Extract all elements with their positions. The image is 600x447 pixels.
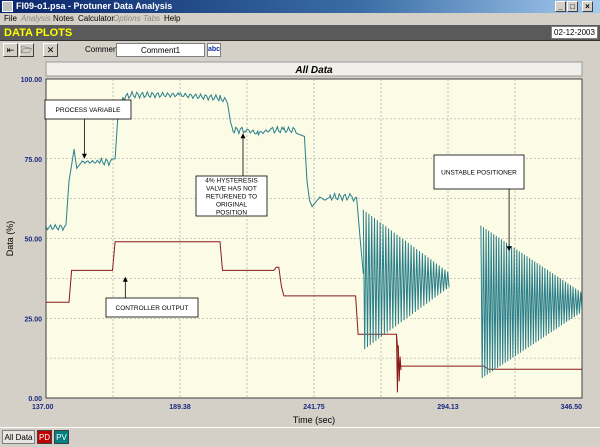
menu-tabs[interactable]: Tabs	[143, 13, 160, 25]
y-tick-label: 75.00	[24, 157, 42, 164]
y-tick-label: 50.00	[24, 237, 42, 244]
app-window: FI09-o1.psa - Protuner Data Analysis _ □…	[0, 0, 600, 447]
chart-title: All Data	[294, 65, 333, 76]
spellcheck-icon[interactable]: abc	[207, 43, 221, 57]
menu-calculator[interactable]: Calculator	[78, 13, 114, 25]
annotation-text: UNSTABLE POSITIONER	[441, 170, 517, 177]
x-tick-label: 189.38	[169, 404, 191, 411]
menu-options[interactable]: Options	[113, 13, 141, 25]
y-axis-label: Data (%)	[5, 221, 15, 257]
close-button[interactable]: ×	[582, 1, 593, 12]
y-tick-label: 0.00	[28, 396, 42, 403]
y-tick-label: 25.00	[24, 316, 42, 323]
delete-x-icon[interactable]: ✕	[43, 43, 58, 57]
maximize-button[interactable]: □	[567, 1, 578, 12]
window-title: FI09-o1.psa - Protuner Data Analysis	[16, 1, 173, 11]
toolbar: ⇤ 🗁 ✕ Comment abc	[0, 42, 600, 58]
chart-panel: All Data 0.00 25.00 50.00 75.00 100.00 137.00 1…	[0, 58, 600, 427]
date-field[interactable]: 02-12-2003	[551, 26, 598, 39]
menu-file[interactable]: File	[4, 13, 17, 25]
menu-bar: File Analysis Notes Calculator Options T…	[0, 13, 600, 25]
menu-analysis[interactable]: Analysis	[21, 13, 51, 25]
back-arrow-icon[interactable]: ⇤	[3, 43, 18, 57]
x-tick-label: 137.00	[32, 404, 54, 411]
x-tick-label: 346.50	[561, 404, 583, 411]
annotation-text: CONTROLLER OUTPUT	[116, 305, 189, 312]
tab-pd[interactable]: PD	[37, 430, 52, 444]
data-plot-chart[interactable]: All Data 0.00 25.00 50.00 75.00 100.00 137.00 1…	[0, 58, 600, 427]
x-tick-label: 294.13	[437, 404, 459, 411]
x-axis-label: Time (sec)	[293, 415, 335, 425]
section-header: DATA PLOTS 02-12-2003	[0, 25, 600, 41]
comment-input[interactable]	[116, 43, 205, 57]
section-title: DATA PLOTS	[4, 27, 73, 39]
y-tick-label: 100.00	[21, 77, 43, 84]
menu-help[interactable]: Help	[164, 13, 180, 25]
menu-notes[interactable]: Notes	[53, 13, 74, 25]
open-folder-icon[interactable]: 🗁	[19, 43, 34, 57]
comment-label: Comment	[85, 45, 120, 54]
tab-all-data[interactable]: All Data	[2, 430, 35, 444]
x-tick-label: 241.75	[303, 404, 325, 411]
title-bar[interactable]: FI09-o1.psa - Protuner Data Analysis _ □…	[0, 0, 600, 13]
tab-bar: All Data PD PV	[0, 427, 600, 447]
annotation-text: PROCESS VARIABLE	[56, 107, 122, 114]
app-icon	[2, 1, 13, 12]
tab-pv[interactable]: PV	[54, 430, 69, 444]
minimize-button[interactable]: _	[555, 1, 566, 12]
